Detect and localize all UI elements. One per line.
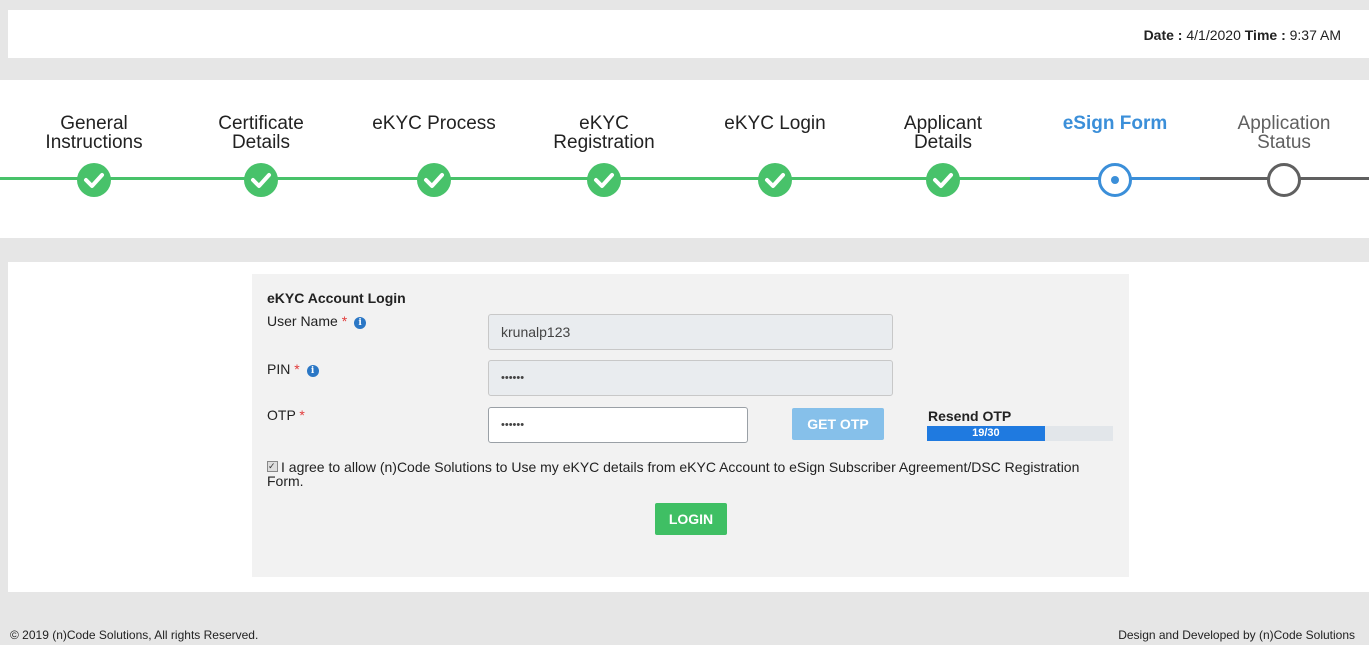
check-circle-icon xyxy=(417,163,451,197)
username-label: User Name * i xyxy=(267,313,367,329)
panel-title: eKYC Account Login xyxy=(267,290,406,306)
step-label: eKYC Login xyxy=(724,113,826,134)
required-mark: * xyxy=(294,361,300,377)
pin-label: PIN * i xyxy=(267,361,319,377)
agree-text: I agree to allow (n)Code Solutions to Us… xyxy=(267,459,1080,489)
info-icon[interactable]: i xyxy=(354,317,367,329)
time-value: 9:37 AM xyxy=(1289,27,1341,43)
resend-otp-progress-fill: 19/30 xyxy=(927,426,1045,441)
pin-field[interactable]: •••••• xyxy=(488,360,893,396)
agreement[interactable]: I agree to allow (n)Code Solutions to Us… xyxy=(267,459,1087,489)
step-label: General Instructions xyxy=(45,113,143,153)
required-mark: * xyxy=(341,313,348,329)
footer-copyright: © 2019 (n)Code Solutions, All rights Res… xyxy=(10,628,259,642)
top-bar: Date : 4/1/2020 Time : 9:37 AM xyxy=(8,10,1369,58)
time-label: Time : xyxy=(1244,27,1286,43)
date-value: 4/1/2020 xyxy=(1186,27,1241,43)
check-circle-icon xyxy=(758,163,792,197)
login-button[interactable]: LOGIN xyxy=(655,503,727,535)
check-circle-icon xyxy=(587,163,621,197)
step-label: Application Status xyxy=(1237,113,1331,153)
check-circle-icon xyxy=(77,163,111,197)
agree-checkbox[interactable] xyxy=(267,459,278,473)
current-step-icon xyxy=(1098,163,1132,197)
date-label: Date : xyxy=(1143,27,1183,43)
get-otp-button[interactable]: GET OTP xyxy=(792,408,884,440)
step-label: Certificate Details xyxy=(218,113,304,153)
info-icon[interactable]: i xyxy=(306,365,319,377)
required-mark: * xyxy=(299,407,305,423)
progress-stepper: General Instructions Certificate Details… xyxy=(0,80,1369,238)
username-label-text: User Name xyxy=(267,313,338,329)
otp-label: OTP * xyxy=(267,407,305,423)
step-line-done xyxy=(0,177,1030,180)
step-label: eSign Form xyxy=(1062,113,1168,134)
step-label: eKYC Registration xyxy=(553,113,655,153)
otp-label-text: OTP xyxy=(267,407,296,423)
check-circle-icon xyxy=(926,163,960,197)
ekyc-login-panel: eKYC Account Login User Name * i krunalp… xyxy=(252,274,1129,577)
resend-otp-progress: 19/30 xyxy=(927,426,1113,441)
main-content: eKYC Account Login User Name * i krunalp… xyxy=(8,262,1369,592)
otp-field[interactable]: •••••• xyxy=(488,407,748,443)
resend-otp-label[interactable]: Resend OTP xyxy=(928,408,1011,424)
date-time: Date : 4/1/2020 Time : 9:37 AM xyxy=(1144,27,1341,43)
check-circle-icon xyxy=(244,163,278,197)
pin-label-text: PIN xyxy=(267,361,291,377)
pending-step-icon xyxy=(1267,163,1301,197)
footer-credit: Design and Developed by (n)Code Solution… xyxy=(1118,628,1355,642)
step-label: Applicant Details xyxy=(903,113,983,153)
step-label: eKYC Process xyxy=(372,113,496,134)
username-field[interactable]: krunalp123 xyxy=(488,314,893,350)
